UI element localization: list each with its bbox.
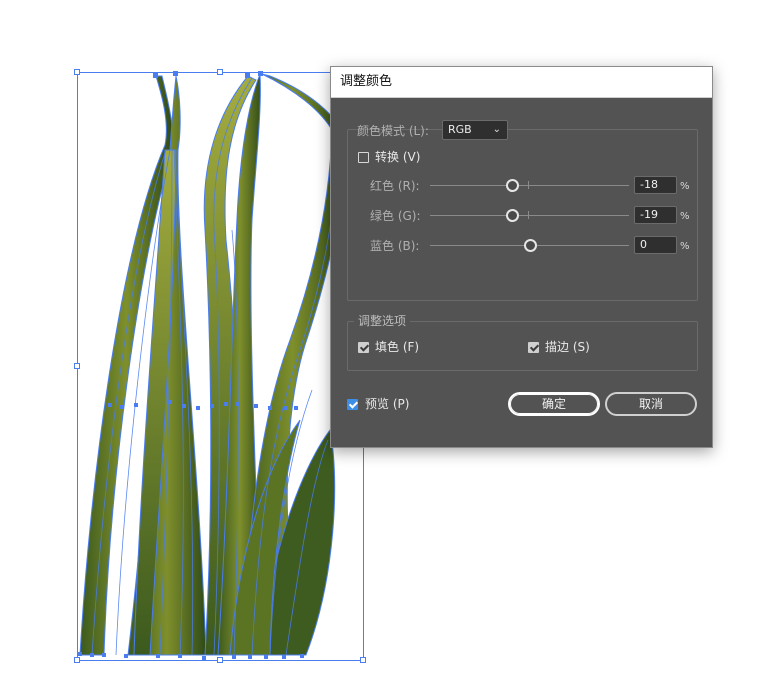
color-mode-label: 颜色模式 (L): (357, 124, 429, 138)
slider-center-tick (528, 181, 529, 189)
stroke-checkbox[interactable] (528, 342, 539, 353)
slider-center-tick (528, 211, 529, 219)
stroke-label[interactable]: 描边 (S) (545, 339, 590, 355)
color-mode-value: RGB (448, 123, 472, 136)
blue-slider-thumb[interactable] (524, 239, 537, 252)
red-slider-track[interactable] (430, 179, 629, 192)
green-slider-thumb[interactable] (506, 209, 519, 222)
convert-label[interactable]: 转换 (V) (375, 149, 420, 165)
blue-value-field[interactable]: 0 (634, 236, 677, 254)
red-slider-thumb[interactable] (506, 179, 519, 192)
green-value-field[interactable]: -19 (634, 206, 677, 224)
blue-percent-unit: % (680, 241, 690, 252)
fill-checkbox[interactable] (358, 342, 369, 353)
blue-slider-track[interactable] (430, 239, 629, 252)
ok-button[interactable]: 确定 (508, 392, 600, 416)
adjust-options-label: 调整选项 (354, 313, 411, 329)
chevron-down-icon: ⌄ (492, 124, 501, 135)
grass-blades[interactable] (78, 71, 346, 660)
red-value-field[interactable]: -18 (634, 176, 677, 194)
preview-label[interactable]: 预览 (P) (365, 396, 409, 412)
green-label: 绿色 (G): (370, 209, 421, 223)
green-percent-unit: % (680, 211, 690, 222)
red-percent-unit: % (680, 181, 690, 192)
color-mode-select[interactable]: RGB ⌄ (442, 120, 508, 140)
fill-label[interactable]: 填色 (F) (375, 339, 419, 355)
red-label: 红色 (R): (370, 179, 420, 193)
preview-checkbox[interactable] (347, 399, 358, 410)
green-slider-track[interactable] (430, 209, 629, 222)
dialog-title[interactable]: 调整颜色 (331, 67, 712, 98)
cancel-button[interactable]: 取消 (605, 392, 697, 416)
adjust-colors-dialog: 调整颜色 颜色模式 (L): RGB ⌄ 转换 (V) 红色 (R): -18 … (330, 66, 713, 448)
convert-checkbox[interactable] (358, 152, 369, 163)
blue-label: 蓝色 (B): (370, 239, 420, 253)
